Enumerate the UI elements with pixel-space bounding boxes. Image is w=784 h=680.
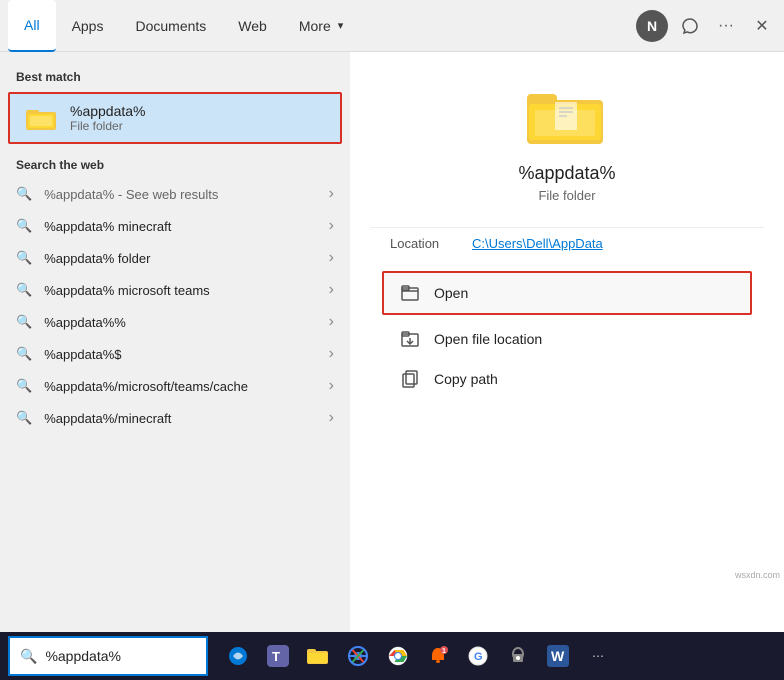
search-icon-0: 🔍	[16, 186, 32, 202]
notification-icon[interactable]: 1	[420, 638, 456, 674]
web-item-5[interactable]: 🔍 %appdata%$	[0, 338, 350, 370]
search-icon-5: 🔍	[16, 346, 32, 362]
search-taskbar-icon: 🔍	[20, 648, 37, 665]
svg-text:1: 1	[442, 648, 446, 655]
chevron-right-icon-5	[329, 345, 334, 363]
web-item-text-0: %appdata%	[44, 187, 114, 202]
watermark: wsxdn.com	[735, 570, 780, 580]
search-icon-7: 🔍	[16, 410, 32, 426]
search-input[interactable]	[45, 648, 196, 664]
search-icon-6: 🔍	[16, 378, 32, 394]
open-icon	[400, 283, 420, 303]
open-file-location-icon	[400, 329, 420, 349]
teams-icon[interactable]: T	[260, 638, 296, 674]
copy-path-icon	[400, 369, 420, 389]
tab-apps[interactable]: Apps	[56, 0, 120, 52]
copy-path-label: Copy path	[434, 371, 498, 387]
folder-icon-small	[26, 102, 58, 134]
close-icon[interactable]: ✕	[748, 12, 776, 40]
chevron-down-icon: ▾	[338, 19, 344, 32]
chevron-right-icon-1	[329, 217, 334, 235]
vpn-icon[interactable]	[500, 638, 536, 674]
chrome2-icon[interactable]	[340, 638, 376, 674]
chevron-right-icon-0	[329, 185, 334, 203]
web-item-7[interactable]: 🔍 %appdata%/minecraft	[0, 402, 350, 434]
svg-text:G: G	[474, 651, 483, 663]
chevron-right-icon-4	[329, 313, 334, 331]
web-item-4[interactable]: 🔍 %appdata%%	[0, 306, 350, 338]
chevron-right-icon-7	[329, 409, 334, 427]
svg-text:W: W	[551, 648, 565, 664]
feedback-icon[interactable]	[676, 12, 704, 40]
right-title: %appdata%	[518, 163, 615, 184]
web-search-label: Search the web	[0, 152, 350, 178]
location-link[interactable]: C:\Users\Dell\AppData	[472, 236, 603, 251]
open-label: Open	[434, 285, 468, 301]
open-file-location-action[interactable]: Open file location	[370, 319, 764, 359]
chrome-icon[interactable]	[380, 638, 416, 674]
overflow-icon[interactable]: ⋯	[580, 638, 616, 674]
main-container: Best match %appdata% File folder Search …	[0, 52, 784, 632]
web-item-3[interactable]: 🔍 %appdata% microsoft teams	[0, 274, 350, 306]
search-icon-3: 🔍	[16, 282, 32, 298]
svg-text:T: T	[272, 649, 280, 664]
chevron-right-icon-6	[329, 377, 334, 395]
folder-icon-large	[527, 82, 607, 147]
copy-path-action[interactable]: Copy path	[370, 359, 764, 399]
best-match-item[interactable]: %appdata% File folder	[8, 92, 342, 144]
word-icon[interactable]: W	[540, 638, 576, 674]
open-action[interactable]: Open	[382, 271, 752, 315]
right-panel: %appdata% File folder Location C:\Users\…	[350, 52, 784, 632]
web-item-0[interactable]: 🔍 %appdata% - See web results	[0, 178, 350, 210]
chevron-right-icon-3	[329, 281, 334, 299]
folder-taskbar-icon[interactable]	[300, 638, 336, 674]
web-item-2[interactable]: 🔍 %appdata% folder	[0, 242, 350, 274]
tab-documents[interactable]: Documents	[119, 0, 222, 52]
web-item-1[interactable]: 🔍 %appdata% minecraft	[0, 210, 350, 242]
google-icon[interactable]: G	[460, 638, 496, 674]
avatar[interactable]: N	[636, 10, 668, 42]
edge-icon[interactable]	[220, 638, 256, 674]
more-options-icon[interactable]: ···	[712, 12, 740, 40]
action-list: Open Open file location	[370, 267, 764, 399]
location-label: Location	[390, 236, 460, 251]
left-panel: Best match %appdata% File folder Search …	[0, 52, 350, 632]
nav-actions: N ··· ✕	[636, 10, 776, 42]
tab-more[interactable]: More ▾	[283, 0, 359, 52]
search-icon-1: 🔍	[16, 218, 32, 234]
top-nav: All Apps Documents Web More ▾ N ··· ✕	[0, 0, 784, 52]
chevron-right-icon-2	[329, 249, 334, 267]
open-file-location-label: Open file location	[434, 331, 542, 347]
tab-all[interactable]: All	[8, 0, 56, 52]
search-bar[interactable]: 🔍	[8, 636, 208, 676]
best-match-text: %appdata% File folder	[70, 103, 324, 133]
taskbar: 🔍 T	[0, 632, 784, 680]
best-match-label: Best match	[0, 64, 350, 90]
web-item-6[interactable]: 🔍 %appdata%/microsoft/teams/cache	[0, 370, 350, 402]
location-row: Location C:\Users\Dell\AppData	[370, 227, 764, 259]
search-icon-2: 🔍	[16, 250, 32, 266]
tab-web[interactable]: Web	[222, 0, 283, 52]
right-subtitle: File folder	[538, 188, 595, 203]
search-icon-4: 🔍	[16, 314, 32, 330]
